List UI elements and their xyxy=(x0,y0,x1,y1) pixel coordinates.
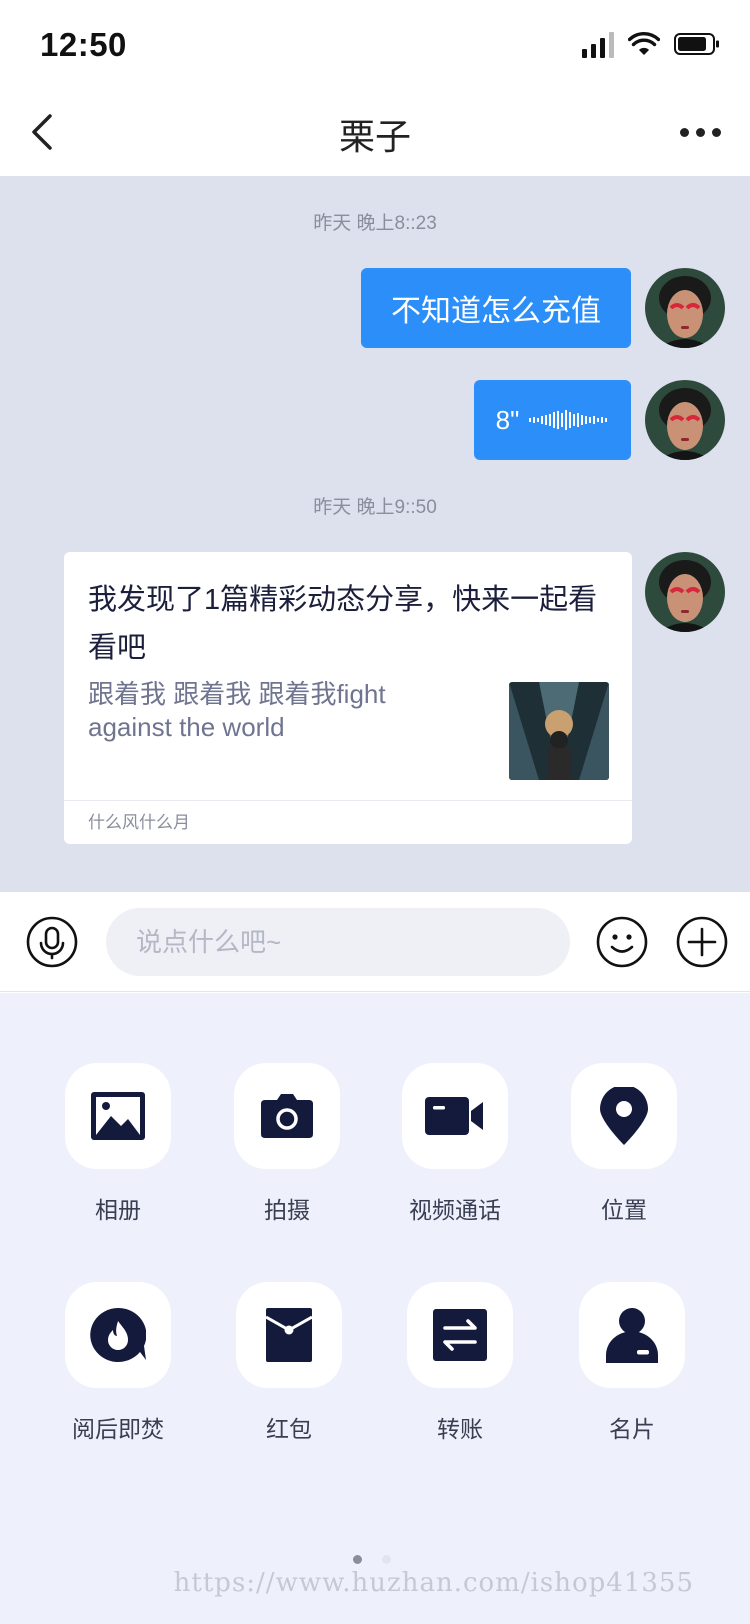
action-tile xyxy=(65,1063,171,1169)
action-label: 转账 xyxy=(437,1416,483,1442)
album-icon xyxy=(91,1092,145,1140)
action-tile xyxy=(234,1063,340,1169)
action-tile xyxy=(65,1282,171,1388)
battery-icon xyxy=(674,33,719,55)
action-tile xyxy=(407,1282,513,1388)
action-label: 红包 xyxy=(266,1416,312,1442)
message-text: 不知道怎么充值 xyxy=(391,295,601,328)
smiley-icon xyxy=(596,916,648,968)
cellular-signal-icon xyxy=(582,30,614,58)
page-title: 栗子 xyxy=(338,116,411,157)
watermark: https://www.huzhan.com/ishop41355 xyxy=(173,1568,694,1598)
video-call-icon xyxy=(425,1097,483,1135)
page-dot[interactable] xyxy=(382,1555,391,1564)
action-label: 视频通话 xyxy=(409,1197,501,1223)
status-icons xyxy=(582,30,720,58)
shared-post-description: 跟着我 跟着我 跟着我fight against the world xyxy=(88,679,386,742)
avatar-image xyxy=(645,380,725,460)
shared-post-card[interactable]: 我发现了1篇精彩动态分享，快来一起看看吧 跟着我 跟着我 跟着我fight ag… xyxy=(64,552,632,844)
nav-bar: 栗子 xyxy=(0,88,750,176)
status-time: 12:50 xyxy=(40,26,127,63)
action-camera[interactable]: 拍摄 xyxy=(222,1063,352,1225)
text-message-bubble[interactable]: 不知道怎么充值 xyxy=(361,268,631,348)
microphone-icon xyxy=(26,916,78,968)
avatar[interactable] xyxy=(645,380,725,460)
avatar-image xyxy=(645,552,725,632)
message-timestamp: 昨天 晚上8::23 xyxy=(313,213,437,234)
plus-icon xyxy=(676,916,728,968)
camera-icon xyxy=(261,1094,313,1138)
voice-message-bubble[interactable]: 8" xyxy=(474,380,631,460)
action-tile xyxy=(571,1063,677,1169)
message-timestamp: 昨天 晚上9::50 xyxy=(313,497,437,518)
avatar[interactable] xyxy=(645,552,725,632)
action-tile xyxy=(236,1282,342,1388)
action-tile xyxy=(402,1063,508,1169)
voice-waveform-icon xyxy=(529,410,608,430)
more-dot xyxy=(679,127,689,137)
voice-duration: 8" xyxy=(495,404,520,435)
red-packet-icon xyxy=(266,1308,312,1362)
action-tile xyxy=(579,1282,685,1388)
page-indicator xyxy=(353,1555,391,1564)
action-video-call[interactable]: 视频通话 xyxy=(390,1063,520,1225)
action-label: 相册 xyxy=(95,1197,141,1223)
burn-after-read-icon xyxy=(90,1308,146,1362)
voice-input-button[interactable] xyxy=(26,916,78,968)
transfer-icon xyxy=(433,1309,487,1361)
action-album[interactable]: 相册 xyxy=(53,1063,183,1225)
more-options-button[interactable] xyxy=(670,108,730,156)
action-label: 拍摄 xyxy=(264,1197,310,1223)
avatar-image xyxy=(645,268,725,348)
action-location[interactable]: 位置 xyxy=(559,1063,689,1225)
input-bar xyxy=(0,892,750,992)
action-label: 阅后即焚 xyxy=(72,1416,164,1442)
status-bar: 12:50 xyxy=(0,0,750,88)
chat-area[interactable]: 昨天 晚上8::23 不知道怎么充值 8" 昨天 晚上9::50 我发现了1篇精… xyxy=(0,176,750,892)
message-input[interactable] xyxy=(106,908,570,976)
more-actions-button[interactable] xyxy=(676,916,728,968)
action-label: 名片 xyxy=(609,1416,655,1442)
contact-card-icon xyxy=(606,1308,658,1363)
shared-post-thumbnail xyxy=(509,682,609,780)
action-red-packet[interactable]: 红包 xyxy=(224,1282,354,1444)
more-dot xyxy=(695,127,705,137)
avatar[interactable] xyxy=(645,268,725,348)
action-label: 位置 xyxy=(601,1197,647,1223)
action-burn-after-read[interactable]: 阅后即焚 xyxy=(53,1282,183,1444)
shared-post-title: 我发现了1篇精彩动态分享，快来一起看看吧 xyxy=(88,584,598,664)
card-divider xyxy=(64,800,632,801)
wifi-icon xyxy=(628,32,660,55)
action-transfer[interactable]: 转账 xyxy=(395,1282,525,1444)
page-dot-active xyxy=(353,1555,362,1564)
more-dot xyxy=(711,127,721,137)
location-icon xyxy=(600,1087,648,1145)
action-contact-card[interactable]: 名片 xyxy=(567,1282,697,1444)
emoji-button[interactable] xyxy=(596,916,648,968)
shared-post-source: 什么风什么月 xyxy=(88,813,190,832)
